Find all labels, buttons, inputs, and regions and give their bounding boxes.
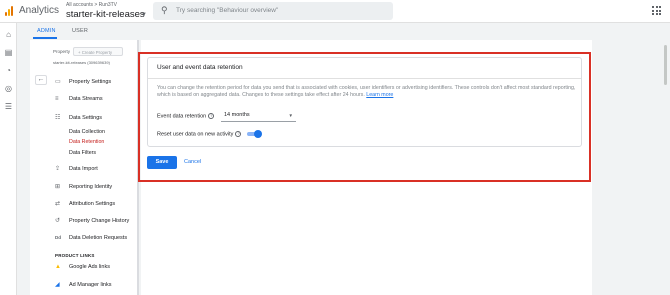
caret-down-icon[interactable]: ▼ — [141, 12, 147, 18]
dd-icon: Dd — [55, 235, 61, 240]
nav-data-streams[interactable]: ≡ Data Streams — [55, 96, 103, 102]
search-bar[interactable]: ⚲ Try searching "Behaviour overview" — [153, 2, 393, 20]
nav-attribution-settings[interactable]: ⇄ Attribution Settings — [55, 200, 115, 207]
sub-data-retention[interactable]: Data Retention — [69, 139, 104, 145]
nav-data-deletion-requests[interactable]: Dd Data Deletion Requests — [55, 235, 127, 241]
upload-icon: ⇪ — [55, 166, 61, 172]
search-icon: ⚲ — [161, 5, 168, 15]
data-settings-icon: ☷ — [55, 115, 61, 121]
active-tab-indicator — [33, 37, 57, 39]
analytics-logo-icon[interactable] — [5, 5, 14, 16]
create-property-button[interactable]: + Create Property — [73, 47, 123, 56]
nav-property-change-history[interactable]: ↺ Property Change History — [55, 217, 129, 224]
highlight-box — [138, 52, 591, 182]
nav-google-ads-links[interactable]: ▲ Google Ads links — [55, 264, 110, 270]
property-settings-icon: ▭ — [55, 79, 61, 85]
breadcrumb[interactable]: All accounts > Run3TV — [66, 2, 117, 8]
app-name: Analytics — [19, 5, 60, 16]
ad-manager-icon: ◢ — [55, 282, 60, 288]
apps-grid-icon[interactable] — [652, 6, 661, 15]
reports-icon[interactable]: ▤ — [4, 48, 13, 57]
configure-icon[interactable]: ☰ — [4, 102, 13, 111]
home-icon[interactable]: ⌂ — [4, 30, 13, 39]
tab-admin[interactable]: ADMIN — [37, 28, 56, 34]
nav-data-settings[interactable]: ☷ Data Settings — [55, 114, 102, 121]
explore-icon[interactable]: ◔ — [4, 66, 13, 75]
search-input[interactable]: Try searching "Behaviour overview" — [176, 7, 278, 14]
admin-tabs: ADMIN USER — [17, 23, 670, 40]
left-rail: ⌂ ▤ ◔ ◎ ☰ — [0, 23, 17, 295]
sub-data-collection[interactable]: Data Collection — [69, 129, 105, 135]
data-streams-icon: ≡ — [55, 96, 59, 102]
property-settings-panel: Property + Create Property starter-kit-r… — [30, 40, 139, 295]
top-bar: Analytics All accounts > Run3TV starter-… — [0, 0, 670, 23]
property-subtitle: starter-kit-releases (309639639) — [53, 60, 110, 65]
advertising-icon[interactable]: ◎ — [4, 84, 13, 93]
back-arrow-icon[interactable]: ← — [35, 75, 47, 85]
reporting-identity-icon: ⊞ — [55, 184, 61, 190]
nav-data-import[interactable]: ⇪ Data Import — [55, 165, 98, 172]
right-gutter — [592, 40, 670, 295]
nav-reporting-identity[interactable]: ⊞ Reporting Identity — [55, 183, 112, 190]
attribution-icon: ⇄ — [55, 201, 61, 207]
scrollbar-thumb[interactable] — [664, 45, 667, 85]
tab-user[interactable]: USER — [72, 28, 88, 34]
sub-data-filters[interactable]: Data Filters — [69, 150, 96, 156]
nav-property-settings[interactable]: ▭ Property Settings — [55, 78, 111, 85]
product-links-heading: PRODUCT LINKS — [55, 253, 95, 258]
history-icon: ↺ — [55, 218, 61, 224]
nav-ad-manager-links[interactable]: ◢ Ad Manager links — [55, 281, 112, 288]
google-ads-icon: ▲ — [55, 264, 61, 270]
property-label: Property — [53, 49, 71, 54]
property-selector[interactable]: starter-kit-releases — [66, 9, 145, 20]
